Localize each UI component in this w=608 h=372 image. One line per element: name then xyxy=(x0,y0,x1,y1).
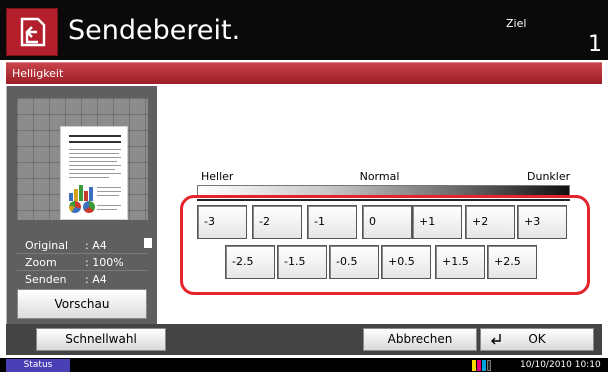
level-button-minus-3[interactable]: -3 xyxy=(197,205,247,239)
cancel-button[interactable]: Abbrechen xyxy=(363,328,477,351)
ok-button-label: OK xyxy=(528,332,546,346)
status-button[interactable]: Status xyxy=(6,359,70,372)
level-button-plus-2[interactable]: +2 xyxy=(465,205,515,239)
level-button-plus-3[interactable]: +3 xyxy=(517,205,567,239)
preview-column: Original : A4 Zoom : 100% Senden : A4 Vo… xyxy=(7,86,157,324)
level-button-plus-1-5[interactable]: +1.5 xyxy=(435,245,485,279)
level-button-plus-2-5[interactable]: +2.5 xyxy=(487,245,537,279)
destination-label: Ziel xyxy=(506,17,527,30)
function-title: Helligkeit xyxy=(12,67,64,80)
function-title-bar: Helligkeit xyxy=(6,62,602,84)
enter-icon xyxy=(491,334,501,345)
level-button-minus-1[interactable]: -1 xyxy=(307,205,357,239)
level-button-minus-2[interactable]: -2 xyxy=(252,205,302,239)
status-bar: Status 10/10/2010 10:10 xyxy=(0,358,608,372)
level-button-plus-0-5[interactable]: +0.5 xyxy=(381,245,431,279)
page-orientation-icon xyxy=(144,238,152,248)
brightness-content: Heller Normal Dunkler -3 -2 -1 0 +1 +2 +… xyxy=(157,86,602,324)
level-button-minus-1-5[interactable]: -1.5 xyxy=(277,245,327,279)
page-title: Sendebereit. xyxy=(68,15,241,46)
main-panel: Original : A4 Zoom : 100% Senden : A4 Vo… xyxy=(6,86,602,324)
quick-setup-button[interactable]: Schnellwahl xyxy=(36,328,166,351)
level-button-0[interactable]: 0 xyxy=(362,205,412,239)
send-icon xyxy=(6,8,58,56)
ok-button[interactable]: OK xyxy=(480,328,594,351)
header-bar: Sendebereit. Ziel 1 xyxy=(0,0,608,60)
preview-button[interactable]: Vorschau xyxy=(17,289,147,319)
document-thumbnail xyxy=(60,126,128,220)
level-button-minus-0-5[interactable]: -0.5 xyxy=(329,245,379,279)
thumbnail-bar-graphic xyxy=(69,185,93,201)
bottom-action-bar: Schnellwahl Abbrechen OK xyxy=(6,324,602,355)
level-button-minus-2-5[interactable]: -2.5 xyxy=(225,245,275,279)
preview-area xyxy=(17,98,148,220)
level-button-plus-1[interactable]: +1 xyxy=(412,205,462,239)
date-time: 10/10/2010 10:10 xyxy=(520,360,601,370)
toner-level-icon xyxy=(472,360,492,371)
scale-label-darker: Dunkler xyxy=(527,170,571,183)
destination-count: 1 xyxy=(588,32,602,57)
